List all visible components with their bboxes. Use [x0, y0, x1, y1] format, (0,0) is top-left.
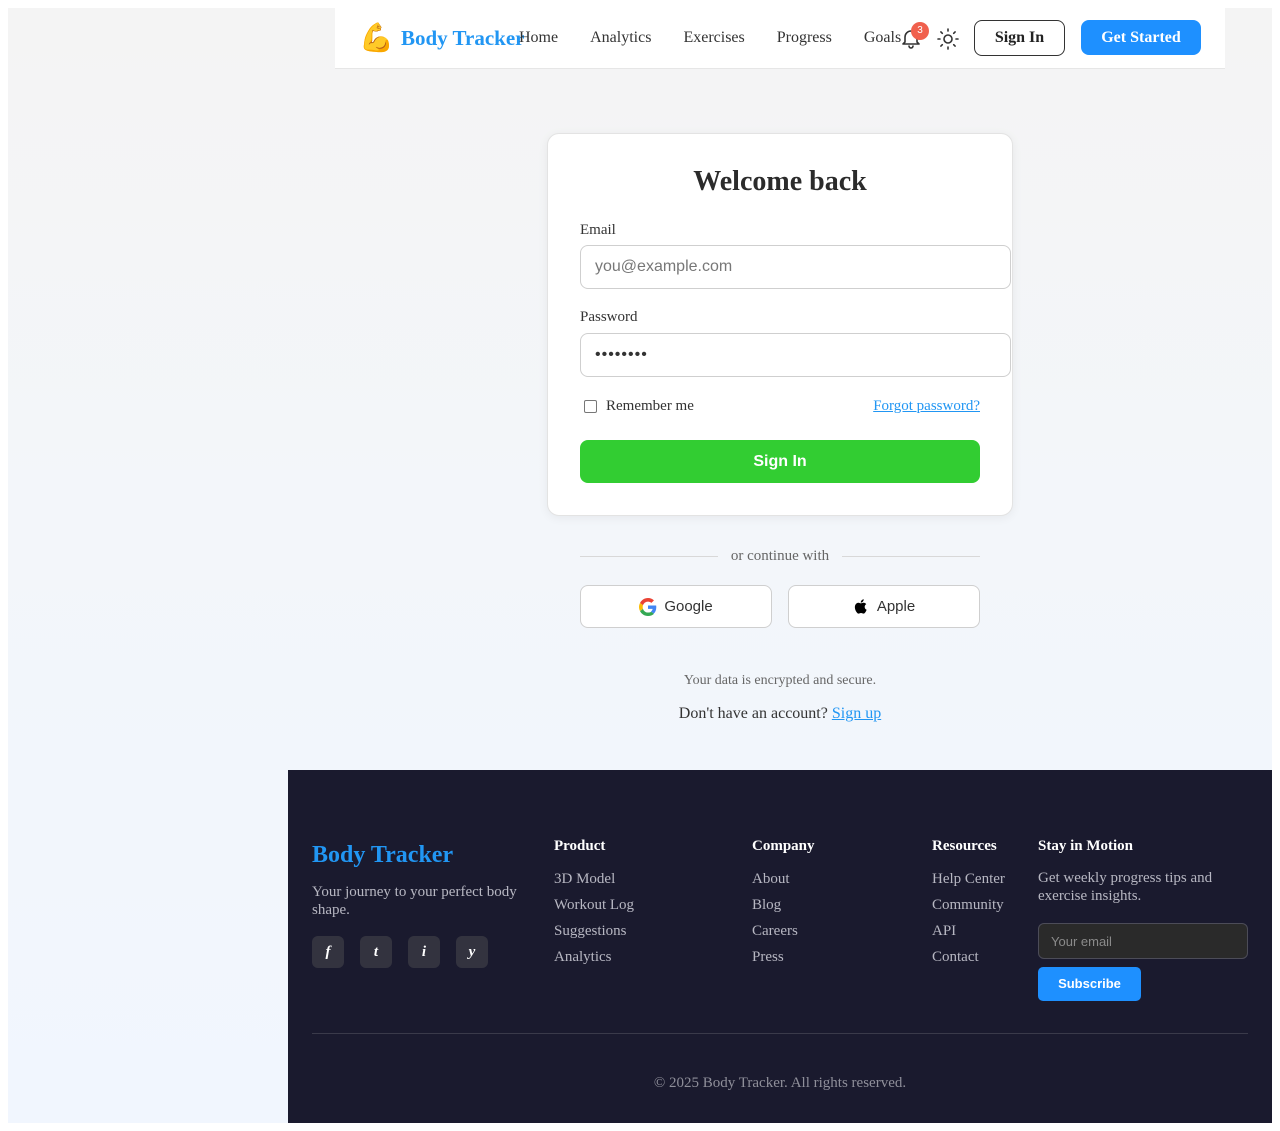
- nav-item-progress[interactable]: Progress: [777, 26, 832, 50]
- newsletter-title: Stay in Motion: [1038, 838, 1134, 854]
- security-note: Your data is encrypted and secure.: [683, 673, 877, 688]
- login-title: Welcome back: [693, 166, 867, 197]
- apple-icon: [854, 599, 867, 614]
- footer-tagline: Your journey to your perfect body shape.: [312, 884, 517, 918]
- remember-me-label: Remember me: [606, 398, 694, 414]
- newsletter-email-input[interactable]: [1038, 923, 1248, 959]
- footer-link-api[interactable]: API: [932, 921, 1005, 941]
- footer-link-blog[interactable]: Blog: [752, 895, 815, 915]
- footer-column-title: Company: [752, 838, 815, 854]
- subscribe-button[interactable]: Subscribe: [1038, 967, 1141, 1001]
- footer-link-help-center[interactable]: Help Center: [932, 869, 1005, 889]
- facebook-icon[interactable]: f: [312, 936, 344, 968]
- footer-link-workout-log[interactable]: Workout Log: [554, 895, 634, 915]
- footer-link-suggestions[interactable]: Suggestions: [554, 921, 634, 941]
- twitter-icon[interactable]: t: [360, 936, 392, 968]
- google-sign-in-button[interactable]: Google: [580, 585, 772, 628]
- site-footer: Body Tracker Your journey to your perfec…: [288, 770, 1272, 1123]
- brand-name: Body Tracker: [401, 26, 525, 50]
- remember-me-checkbox[interactable]: [584, 399, 597, 413]
- password-input[interactable]: [580, 333, 1011, 377]
- nav-item-goals[interactable]: Goals: [864, 26, 901, 50]
- nav-item-exercises[interactable]: Exercises: [683, 26, 744, 50]
- brand-logo[interactable]: 💪 Body Tracker: [359, 20, 524, 56]
- footer-link-community[interactable]: Community: [932, 895, 1005, 915]
- footer-column-product: Product 3D Model Workout Log Suggestions…: [554, 836, 634, 973]
- top-navbar: 💪 Body Tracker Home Analytics Exercises …: [335, 8, 1225, 69]
- footer-column-company: Company About Blog Careers Press: [752, 836, 815, 973]
- header-sign-in-button[interactable]: Sign In: [974, 20, 1065, 56]
- divider-line-right: [842, 556, 980, 557]
- main-nav: Home Analytics Exercises Progress Goals: [519, 26, 901, 50]
- remember-me[interactable]: Remember me: [584, 396, 694, 416]
- footer-social-links: f t i y: [312, 936, 504, 968]
- login-card: Welcome back Email Password Remember me …: [547, 133, 1013, 516]
- password-label: Password: [580, 309, 638, 325]
- google-label: Google: [664, 598, 713, 615]
- email-input[interactable]: [580, 245, 1011, 289]
- forgot-password-link[interactable]: Forgot password?: [873, 396, 980, 416]
- apple-sign-in-button[interactable]: Apple: [788, 585, 980, 628]
- footer-link-analytics[interactable]: Analytics: [554, 947, 634, 967]
- footer-column-title: Resources: [932, 838, 997, 854]
- divider-line-left: [580, 556, 718, 557]
- nav-item-home[interactable]: Home: [519, 26, 558, 50]
- footer-link-3d-model[interactable]: 3D Model: [554, 869, 634, 889]
- footer-divider: [312, 1033, 1248, 1034]
- sign-in-submit-button[interactable]: Sign In: [580, 440, 980, 483]
- footer-link-contact[interactable]: Contact: [932, 947, 1005, 967]
- footer-link-about[interactable]: About: [752, 869, 815, 889]
- flexed-biceps-icon: 💪: [359, 21, 394, 54]
- instagram-icon[interactable]: i: [408, 936, 440, 968]
- notification-badge: 3: [911, 22, 929, 40]
- apple-label: Apple: [876, 598, 916, 615]
- continue-with-divider: or continue with: [730, 548, 830, 564]
- footer-brand[interactable]: Body Tracker: [312, 840, 453, 870]
- footer-link-careers[interactable]: Careers: [752, 921, 815, 941]
- email-label: Email: [580, 222, 616, 238]
- sign-up-link[interactable]: Sign up: [832, 705, 881, 722]
- get-started-button[interactable]: Get Started: [1081, 20, 1201, 55]
- nav-item-analytics[interactable]: Analytics: [590, 26, 651, 50]
- page: 💪 Body Tracker Home Analytics Exercises …: [8, 8, 1272, 1123]
- signup-prompt-text: Don't have an account?: [678, 705, 828, 722]
- footer-column-resources: Resources Help Center Community API Cont…: [932, 836, 1005, 973]
- copyright: © 2025 Body Tracker. All rights reserved…: [653, 1075, 907, 1091]
- footer-newsletter: Stay in Motion Get weekly progress tips …: [1038, 836, 1248, 905]
- footer-link-press[interactable]: Press: [752, 947, 815, 967]
- google-icon: [639, 597, 657, 616]
- signup-prompt: Don't have an account? Sign up: [580, 703, 980, 725]
- youtube-icon[interactable]: y: [456, 936, 488, 968]
- footer-column-title: Product: [554, 838, 606, 854]
- sun-icon[interactable]: [936, 27, 960, 51]
- newsletter-text: Get weekly progress tips and exercise in…: [1038, 870, 1213, 904]
